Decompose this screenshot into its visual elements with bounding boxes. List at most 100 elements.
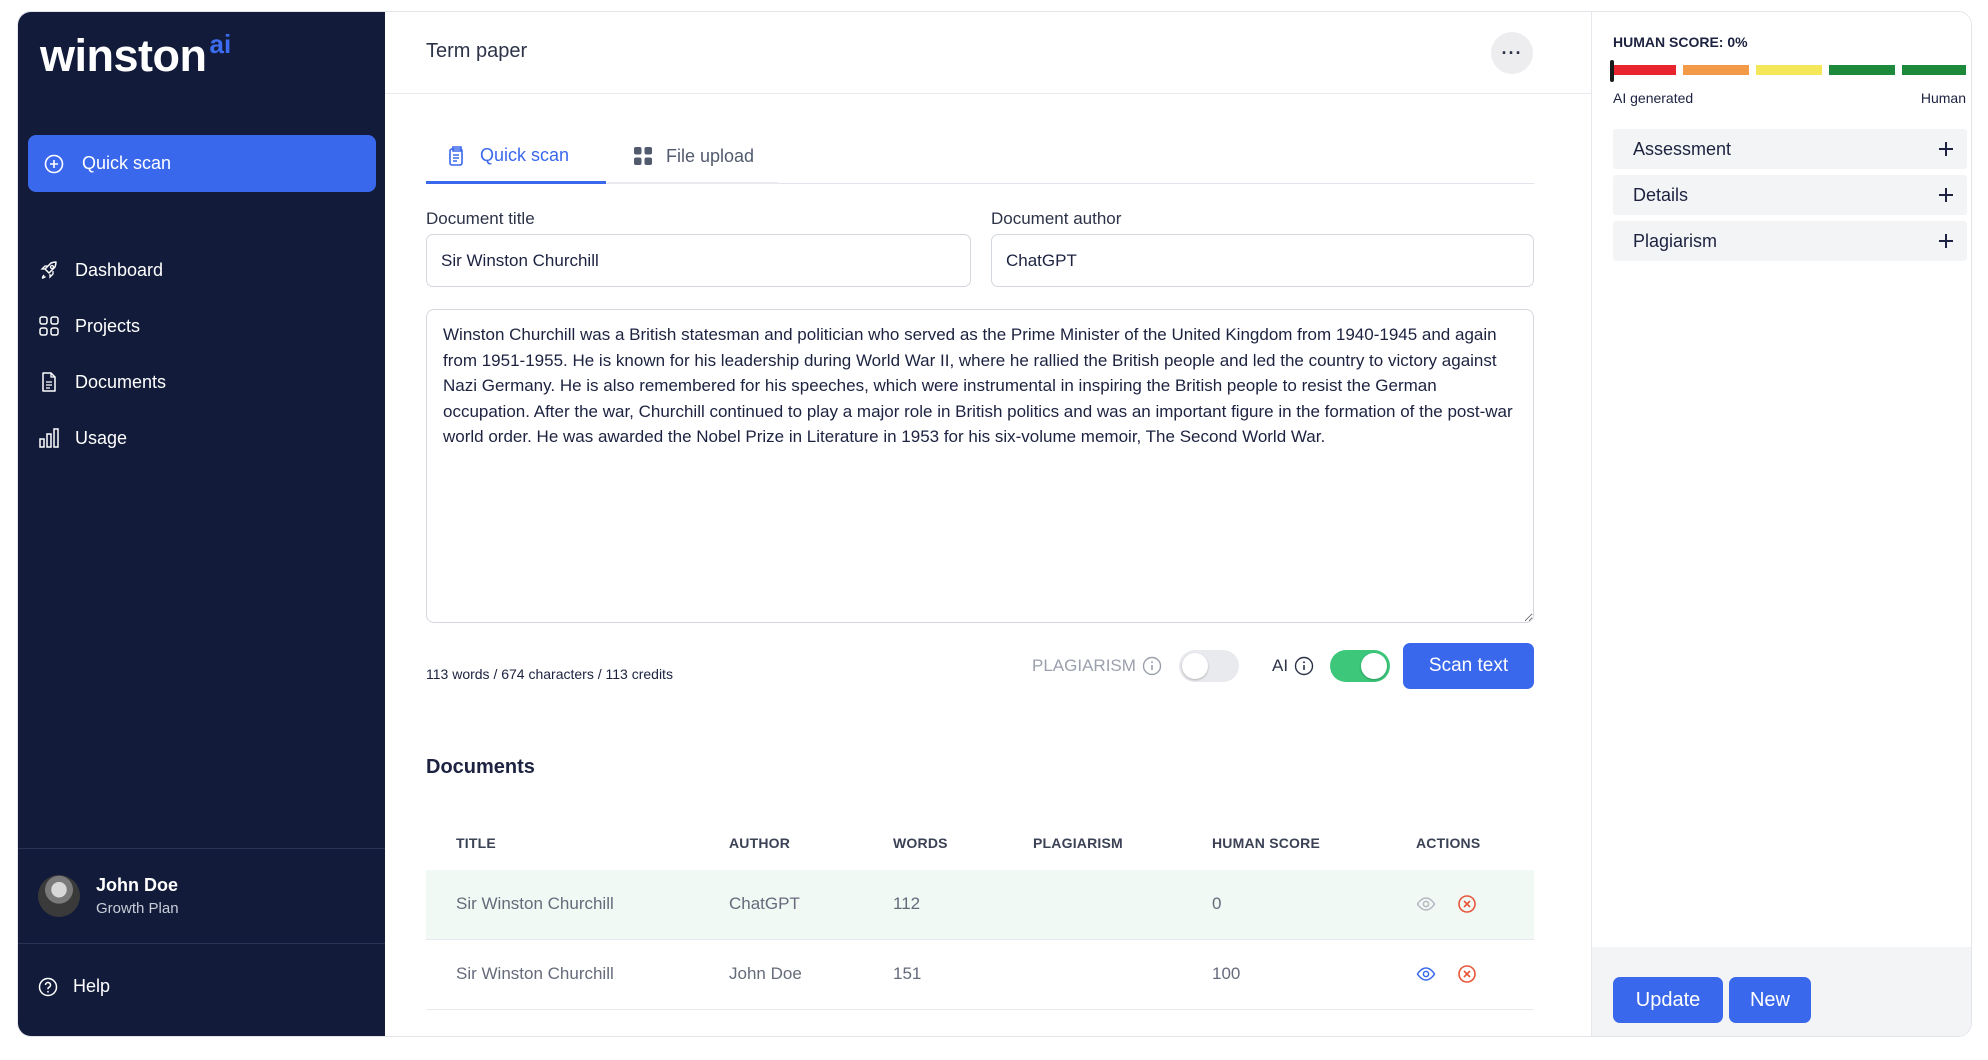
page-title: Term paper: [426, 40, 528, 62]
ai-label: AI: [1272, 656, 1289, 675]
delete-icon[interactable]: [1457, 894, 1477, 914]
info-icon[interactable]: [1294, 656, 1314, 676]
user-info: John Doe Growth Plan: [96, 875, 179, 917]
panel-footer: Update New: [1592, 947, 1971, 1036]
user-plan: Growth Plan: [96, 900, 179, 917]
human-score-bar: [1610, 60, 1966, 82]
table-header: TITLE AUTHOR WORDS PLAGIARISM HUMAN SCOR…: [426, 816, 1534, 870]
cell-words: 112: [893, 894, 921, 913]
user-profile[interactable]: John Doe Growth Plan: [18, 848, 385, 944]
ellipsis-icon: ···: [1501, 42, 1523, 63]
human-score-label: HUMAN SCORE: 0%: [1613, 34, 1748, 50]
new-button[interactable]: New: [1729, 977, 1811, 1023]
accordion-label: Plagiarism: [1633, 230, 1718, 251]
tab-file-upload[interactable]: File upload: [608, 130, 778, 184]
delete-icon[interactable]: [1457, 964, 1477, 984]
grid-icon: [39, 316, 59, 336]
avatar: [38, 875, 80, 917]
update-button[interactable]: Update: [1613, 977, 1723, 1023]
plus-circle-icon: [44, 154, 64, 173]
main-header: Term paper ···: [385, 12, 1591, 94]
ai-toggle-label: AI: [1272, 656, 1314, 676]
document-author-input[interactable]: [991, 234, 1534, 287]
column-header-plagiarism: PLAGIARISM: [1033, 835, 1123, 851]
cell-author: ChatGPT: [729, 894, 800, 913]
table-row[interactable]: Sir Winston Churchill ChatGPT 112 0: [426, 870, 1534, 940]
score-marker: [1610, 60, 1614, 82]
document-content-textarea[interactable]: Winston Churchill was a British statesma…: [426, 309, 1534, 623]
score-segment: [1756, 65, 1822, 75]
accordion-plagiarism[interactable]: Plagiarism: [1613, 221, 1967, 261]
logo-wordmark: winston: [40, 30, 207, 81]
document-title-input[interactable]: [426, 234, 971, 287]
table-row[interactable]: Sir Winston Churchill John Doe 151 100: [426, 940, 1534, 1010]
info-icon[interactable]: [1142, 656, 1162, 676]
eye-icon[interactable]: [1416, 964, 1436, 984]
help-icon: [38, 977, 58, 996]
rocket-icon: [40, 261, 57, 279]
help-label: Help: [73, 976, 111, 996]
toggle-knob: [1182, 653, 1208, 679]
column-header-title: TITLE: [456, 835, 496, 851]
score-segment: [1902, 65, 1966, 75]
cell-title: Sir Winston Churchill: [456, 894, 614, 913]
column-header-human-score: HUMAN SCORE: [1212, 835, 1320, 851]
sidebar-item-dashboard[interactable]: Dashboard: [38, 242, 166, 298]
plagiarism-toggle-label: PLAGIARISM: [1032, 656, 1162, 676]
documents-table: TITLE AUTHOR WORDS PLAGIARISM HUMAN SCOR…: [426, 816, 1534, 1010]
word-count-stats: 113 words / 674 characters / 113 credits: [426, 666, 673, 682]
grid-icon: [634, 147, 652, 165]
plagiarism-label: PLAGIARISM: [1032, 656, 1136, 675]
plus-icon: [1939, 188, 1953, 202]
sidebar-item-label: Documents: [75, 371, 167, 392]
sidebar-nav: Dashboard Projects Documents Usage: [38, 242, 166, 466]
sidebar-item-label: Dashboard: [75, 259, 164, 280]
eye-icon[interactable]: [1416, 894, 1436, 914]
sidebar-item-projects[interactable]: Projects: [38, 298, 166, 354]
tab-label: Quick scan: [480, 145, 570, 165]
bar-chart-icon: [39, 428, 59, 448]
cell-human-score: 0: [1212, 894, 1222, 913]
quick-scan-label: Quick scan: [82, 153, 172, 173]
sidebar-item-documents[interactable]: Documents: [38, 354, 166, 410]
scale-human: Human: [1920, 90, 1966, 106]
accordion-label: Assessment: [1633, 138, 1732, 159]
cell-title: Sir Winston Churchill: [456, 964, 614, 983]
score-panel: HUMAN SCORE: 0% AI generated Human Asses…: [1592, 12, 1971, 1036]
sidebar-item-label: Usage: [75, 427, 128, 448]
more-options-button[interactable]: ···: [1491, 32, 1533, 74]
document-title-label: Document title: [426, 209, 535, 228]
column-header-actions: ACTIONS: [1416, 835, 1481, 851]
plagiarism-toggle[interactable]: [1179, 650, 1239, 682]
scale-ai-generated: AI generated: [1613, 90, 1694, 106]
column-header-author: AUTHOR: [729, 835, 791, 851]
toggle-knob: [1361, 653, 1387, 679]
column-header-words: WORDS: [893, 835, 948, 851]
score-segment: [1829, 65, 1895, 75]
plus-icon: [1939, 234, 1953, 248]
main-content: Term paper ··· Quick scan File upload Do…: [385, 12, 1592, 1036]
logo: winston ai: [40, 26, 231, 86]
help-link[interactable]: Help: [38, 976, 110, 997]
score-segment: [1610, 65, 1676, 75]
accordion-label: Details: [1633, 184, 1689, 205]
accordion-details[interactable]: Details: [1613, 175, 1967, 215]
logo-suffix: ai: [209, 29, 232, 59]
sidebar-item-usage[interactable]: Usage: [38, 410, 166, 466]
tab-quick-scan[interactable]: Quick scan: [426, 130, 606, 184]
user-name: John Doe: [96, 875, 179, 895]
quick-scan-button[interactable]: Quick scan: [28, 135, 376, 192]
documents-heading: Documents: [426, 756, 535, 778]
scan-text-button[interactable]: Scan text: [1403, 643, 1534, 689]
document-author-label: Document author: [991, 209, 1122, 228]
sidebar: winston ai Quick scan Dashboard Projects…: [18, 12, 385, 1036]
accordion-assessment[interactable]: Assessment: [1613, 129, 1967, 169]
tab-label: File upload: [666, 145, 755, 166]
clipboard-icon: [449, 145, 463, 166]
app-window: winston ai Quick scan Dashboard Projects…: [17, 11, 1972, 1037]
score-segment: [1683, 65, 1749, 75]
ai-toggle[interactable]: [1330, 650, 1390, 682]
cell-author: John Doe: [729, 964, 802, 983]
sidebar-item-label: Projects: [75, 315, 141, 336]
cell-human-score: 100: [1212, 964, 1241, 983]
